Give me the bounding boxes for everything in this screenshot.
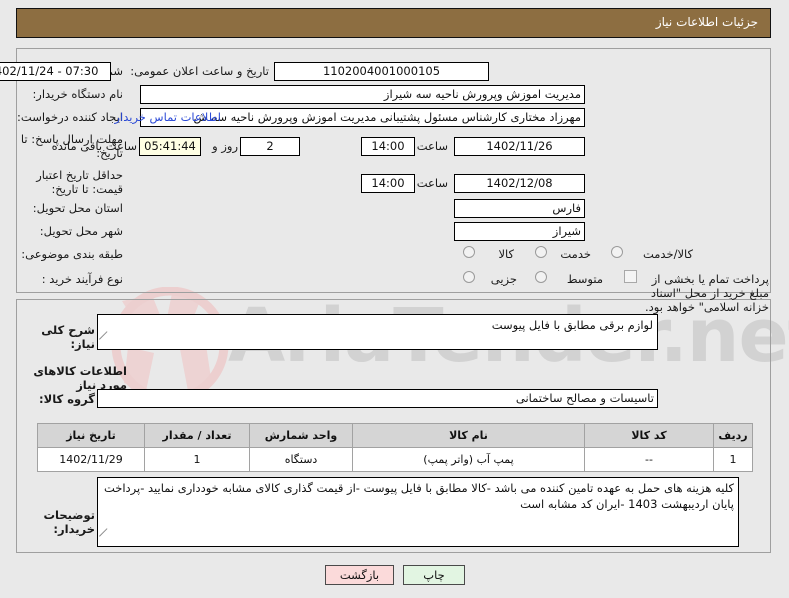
announce-datetime-label: تاریخ و ساعت اعلان عمومی: — [130, 64, 269, 78]
cell-need-date: 1402/11/29 — [37, 447, 145, 472]
price-validity-time: 14:00 — [361, 174, 415, 193]
cell-row: 1 — [713, 447, 753, 472]
need-description-value: لوازم برقی مطابق با فایل پیوست — [491, 318, 653, 332]
delivery-city-label: شهر محل تحویل: — [39, 224, 123, 238]
treasury-note-text: پرداخت تمام یا بخشی از مبلغ خرید از محل … — [645, 272, 769, 314]
response-deadline-days-suffix: روز و — [212, 139, 238, 153]
need-description-textarea[interactable]: لوازم برقی مطابق با فایل پیوست — [97, 314, 658, 350]
radio-subject-kala-khedmat-label: کالا/خدمت — [642, 247, 693, 261]
goods-group-label: گروه کالا: — [39, 392, 95, 406]
page-root: AriaTender.net جزئیات اطلاعات نیاز شماره… — [0, 0, 789, 598]
delivery-province-value: فارس — [454, 199, 585, 218]
delivery-city-value: شیراز — [454, 222, 585, 241]
goods-group-value: تاسیسات و مصالح ساختمانی — [97, 389, 658, 408]
radio-subject-khedmat[interactable] — [535, 246, 547, 258]
purchase-process-label: نوع فرآیند خرید : — [41, 272, 123, 286]
delivery-province-label: استان محل تحویل: — [32, 201, 123, 215]
col-code: کد کالا — [584, 423, 714, 448]
col-need-date: تاریخ نیاز — [37, 423, 145, 448]
treasury-note-checkbox[interactable] — [624, 270, 637, 283]
page-title-bar: جزئیات اطلاعات نیاز — [16, 8, 771, 38]
cell-name: پمپ آب (واتر پمپ) — [352, 447, 585, 472]
radio-process-motevaset[interactable] — [535, 271, 547, 283]
need-number-value: 1102004001000105 — [274, 62, 489, 81]
radio-subject-kala[interactable] — [463, 246, 475, 258]
requester-label: ایجاد کننده درخواست: — [17, 110, 123, 124]
radio-process-jozei-label: جزیی — [490, 272, 517, 286]
back-button[interactable]: بازگشت — [325, 565, 394, 585]
radio-process-motevaset-label: متوسط — [566, 272, 603, 286]
radio-subject-kala-khedmat[interactable] — [611, 246, 623, 258]
cell-code: -- — [584, 447, 714, 472]
price-validity-date: 1402/12/08 — [454, 174, 585, 193]
print-button[interactable]: چاپ — [403, 565, 465, 585]
table-row: 1 -- پمپ آب (واتر پمپ) دستگاه 1 1402/11/… — [37, 447, 753, 472]
response-deadline-countdown-suffix: ساعت باقی مانده — [51, 139, 137, 153]
response-deadline-time-label: ساعت — [416, 139, 448, 153]
response-deadline-time: 14:00 — [361, 137, 415, 156]
col-unit: واحد شمارش — [249, 423, 353, 448]
buyer-contact-link[interactable]: اطلاعات تماس خریدار — [114, 110, 221, 124]
buyer-notes-label: توضیحات خریدار: — [43, 508, 96, 536]
col-quantity: تعداد / مقدار — [144, 423, 250, 448]
radio-subject-khedmat-label: خدمت — [560, 247, 591, 261]
radio-process-jozei[interactable] — [463, 271, 475, 283]
col-name: نام کالا — [352, 423, 585, 448]
resize-grip-icon[interactable] — [99, 535, 109, 545]
radio-subject-kala-label: کالا — [498, 247, 514, 261]
response-deadline-date: 1402/11/26 — [454, 137, 585, 156]
response-deadline-countdown: 05:41:44 — [139, 137, 201, 156]
response-deadline-days: 2 — [240, 137, 300, 156]
table-header-row: ردیف کد کالا نام کالا واحد شمارش تعداد /… — [37, 423, 753, 448]
price-validity-label: حداقل تاریخ اعتبار قیمت: تا تاریخ: — [36, 168, 123, 196]
col-row: ردیف — [713, 423, 753, 448]
announce-datetime-value: 07:30 - 1402/11/24 — [0, 62, 111, 81]
need-description-label: شرح کلی نیاز: — [41, 323, 95, 351]
goods-table: ردیف کد کالا نام کالا واحد شمارش تعداد /… — [37, 423, 753, 472]
buyer-org-label: نام دستگاه خریدار: — [32, 87, 123, 101]
buyer-org-value: مدیریت اموزش وپرورش ناحیه سه شیراز — [140, 85, 585, 104]
buyer-notes-textarea[interactable]: کلیه هزینه های حمل به عهده تامین کننده م… — [97, 477, 739, 547]
price-validity-time-label: ساعت — [416, 176, 448, 190]
goods-section-title: اطلاعات کالاهای مورد نیاز — [33, 364, 127, 392]
cell-quantity: 1 — [144, 447, 250, 472]
page-title: جزئیات اطلاعات نیاز — [655, 15, 758, 29]
buyer-notes-value: کلیه هزینه های حمل به عهده تامین کننده م… — [103, 481, 734, 511]
cell-unit: دستگاه — [249, 447, 353, 472]
subject-classification-label: طبقه بندی موضوعی: — [21, 247, 123, 261]
resize-grip-icon[interactable] — [99, 338, 109, 348]
